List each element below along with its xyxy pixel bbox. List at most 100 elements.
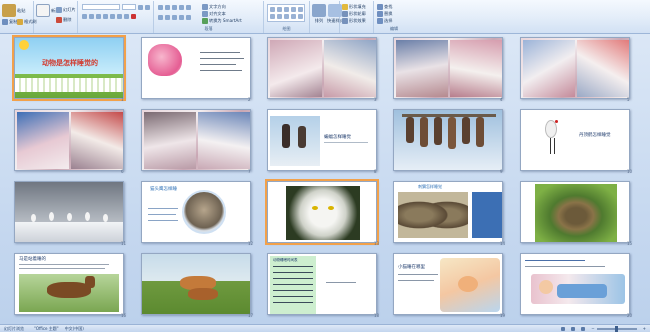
case-icon[interactable] xyxy=(124,14,129,19)
crane-icon xyxy=(85,212,90,221)
arrange-button[interactable]: 排列 xyxy=(312,4,326,24)
zoom-slider-knob[interactable] xyxy=(615,325,619,332)
crane-icon xyxy=(31,214,36,222)
slide-thumbnail[interactable]: 蝙蝠怎样睡觉 xyxy=(267,109,377,171)
replace-icon xyxy=(377,11,383,17)
slide-thumbnail[interactable] xyxy=(520,253,630,315)
slide-number: 17 xyxy=(248,313,254,318)
delete-label: 删除 xyxy=(63,17,72,22)
shape-outline-button[interactable]: 形状轮廓 xyxy=(342,11,366,17)
font-name-select[interactable] xyxy=(82,4,120,10)
indent-decrease-icon[interactable] xyxy=(172,5,177,10)
slide-number: 12 xyxy=(248,241,254,246)
paste-label: 粘贴 xyxy=(17,7,26,13)
sorter-view-icon[interactable] xyxy=(571,326,576,331)
slide-thumbnail[interactable] xyxy=(265,179,379,245)
smartart-button[interactable]: 转换为 SmartArt xyxy=(202,18,242,24)
outline-icon xyxy=(342,11,348,17)
underline-icon[interactable] xyxy=(96,14,101,19)
find-button[interactable]: 查找 xyxy=(377,4,392,10)
slide-number: 20 xyxy=(627,313,633,318)
sleeping-child-photo xyxy=(144,112,196,169)
slide-thumbnail[interactable] xyxy=(393,37,503,99)
slide-thumbnail[interactable]: 猫头鹰怎样睡 xyxy=(141,181,251,243)
layout-button[interactable]: 幻灯片 xyxy=(56,7,76,13)
bold-icon[interactable] xyxy=(82,14,87,19)
replace-button[interactable]: 替换 xyxy=(377,11,392,17)
view-mode-text: 幻灯片浏览 xyxy=(4,325,24,331)
snowy-owl-photo xyxy=(286,186,360,240)
spacing-icon[interactable] xyxy=(117,14,122,19)
shape-effects-button[interactable]: 形状效果 xyxy=(342,18,366,24)
columns-icon[interactable] xyxy=(186,15,191,20)
sleeping-child-photo xyxy=(324,40,376,97)
select-icon xyxy=(377,18,383,24)
align-buttons[interactable] xyxy=(158,15,191,20)
slide-number: 2 xyxy=(248,97,251,102)
font-style-buttons[interactable] xyxy=(82,14,136,19)
slide-thumbnail[interactable] xyxy=(14,181,124,243)
slide-thumbnail[interactable]: 小猫睡在哪里 xyxy=(393,253,503,315)
align-center-icon[interactable] xyxy=(165,15,170,20)
shape-format-group: 形状填充 形状轮廓 形状效果 xyxy=(340,1,374,33)
slide-thumbnail[interactable] xyxy=(14,109,124,171)
slideshow-icon[interactable] xyxy=(581,326,586,331)
line-spacing-icon[interactable] xyxy=(186,5,191,10)
shapes-gallery[interactable] xyxy=(267,4,305,22)
delete-slide-button[interactable]: 删除 xyxy=(56,17,71,23)
snow-ground xyxy=(15,222,123,242)
slide-thumbnail[interactable] xyxy=(267,37,377,99)
crane-icon xyxy=(67,213,72,221)
cat-cartoon xyxy=(440,258,500,312)
normal-view-icon[interactable] xyxy=(561,326,566,331)
numbering-icon[interactable] xyxy=(165,5,170,10)
font-size-select[interactable] xyxy=(122,4,136,10)
slide-thumbnail[interactable] xyxy=(393,109,503,171)
font-grow-shrink[interactable] xyxy=(138,5,150,10)
select-button[interactable]: 选择 xyxy=(377,18,392,24)
slide-thumbnail[interactable]: 马是站着睡的 xyxy=(14,253,124,315)
text-direction-button[interactable]: 文字方向 xyxy=(202,4,226,10)
slide-title: 刺猬怎样睡觉 xyxy=(418,184,442,189)
shape-fill-button[interactable]: 形状填充 xyxy=(342,4,366,10)
slide-thumbnail[interactable]: 丹顶鹤怎样睡觉 xyxy=(520,109,630,171)
shape-outline-label: 形状轮廓 xyxy=(349,11,366,16)
drawing-group: 绘图 xyxy=(264,1,310,33)
zoom-slider[interactable] xyxy=(596,325,637,332)
list-buttons[interactable] xyxy=(158,5,191,10)
slide-thumbnail[interactable] xyxy=(141,37,251,99)
slide-thumbnail[interactable]: 动物睡眠时间表 xyxy=(267,253,377,315)
slide-thumbnail[interactable]: 刺猬怎样睡觉 xyxy=(393,181,503,243)
shadow-icon[interactable] xyxy=(110,14,115,19)
slide-thumbnail[interactable] xyxy=(520,37,630,99)
slide-number: 5 xyxy=(627,97,630,102)
copy-button[interactable]: 复制 xyxy=(2,19,17,25)
editing-group-label: 编辑 xyxy=(390,26,398,31)
crane-icon xyxy=(49,212,54,221)
slide-thumbnail[interactable] xyxy=(141,109,251,171)
slide-thumbnail[interactable] xyxy=(141,253,251,315)
strike-icon[interactable] xyxy=(103,14,108,19)
font-color-icon[interactable] xyxy=(131,14,136,19)
bullets-icon[interactable] xyxy=(158,5,163,10)
bat-icon xyxy=(462,117,470,144)
paste-button[interactable]: 粘贴 xyxy=(2,4,25,17)
align-left-icon[interactable] xyxy=(158,15,163,20)
slide-thumbnail[interactable] xyxy=(520,181,630,243)
justify-icon[interactable] xyxy=(179,15,184,20)
editing-group: 查找 替换 选择 编辑 xyxy=(374,1,414,33)
find-label: 查找 xyxy=(384,4,393,9)
zoom-plus-icon[interactable]: + xyxy=(643,326,646,331)
horse-icon xyxy=(188,288,218,300)
italic-icon[interactable] xyxy=(89,14,94,19)
copy-icon xyxy=(2,19,8,25)
align-right-icon[interactable] xyxy=(172,15,177,20)
sleeping-child-photo xyxy=(270,40,322,97)
theme-text: "Office 主题" xyxy=(34,325,59,331)
indent-increase-icon[interactable] xyxy=(179,5,184,10)
zoom-minus-icon[interactable]: − xyxy=(591,326,594,331)
align-text-button[interactable]: 对齐文本 xyxy=(202,11,226,17)
paste-icon xyxy=(2,4,16,17)
bat-photo xyxy=(270,116,320,166)
slide-thumbnail[interactable]: 动物是怎样睡觉的 xyxy=(12,35,126,101)
